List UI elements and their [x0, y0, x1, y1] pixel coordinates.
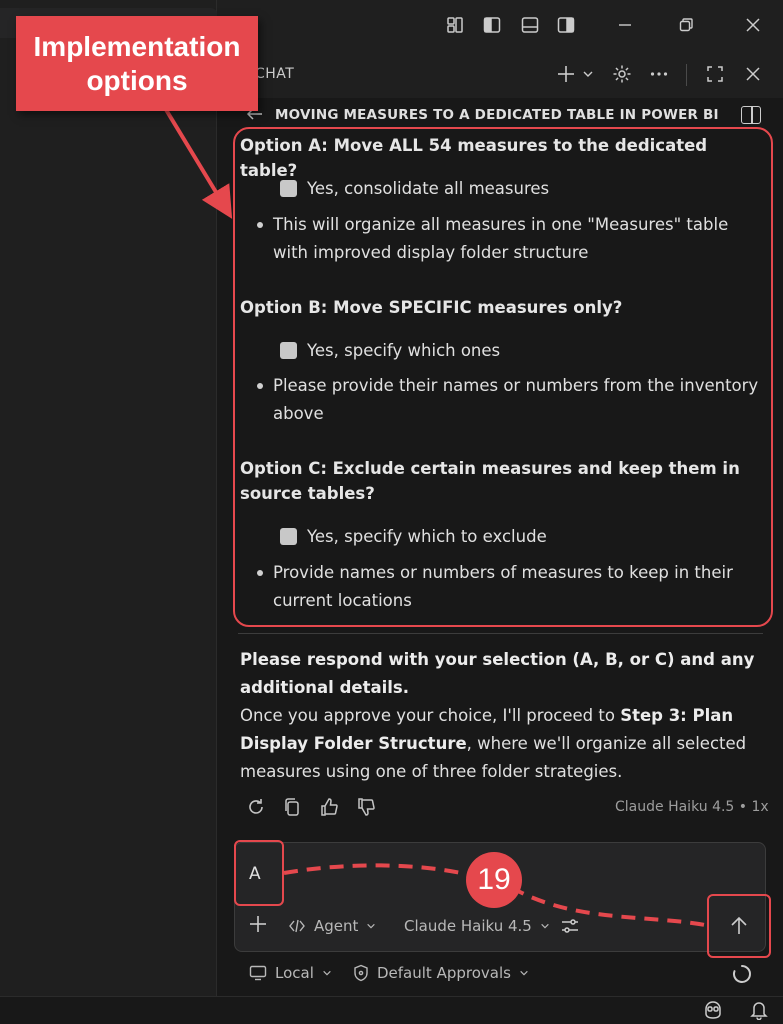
- callout-text: Implementation options: [33, 30, 241, 96]
- step-number-badge: 19: [466, 852, 522, 908]
- callout-arrow: [163, 106, 233, 219]
- annotation-overlay: [163, 106, 706, 927]
- implementation-callout: Implementation options: [16, 16, 258, 111]
